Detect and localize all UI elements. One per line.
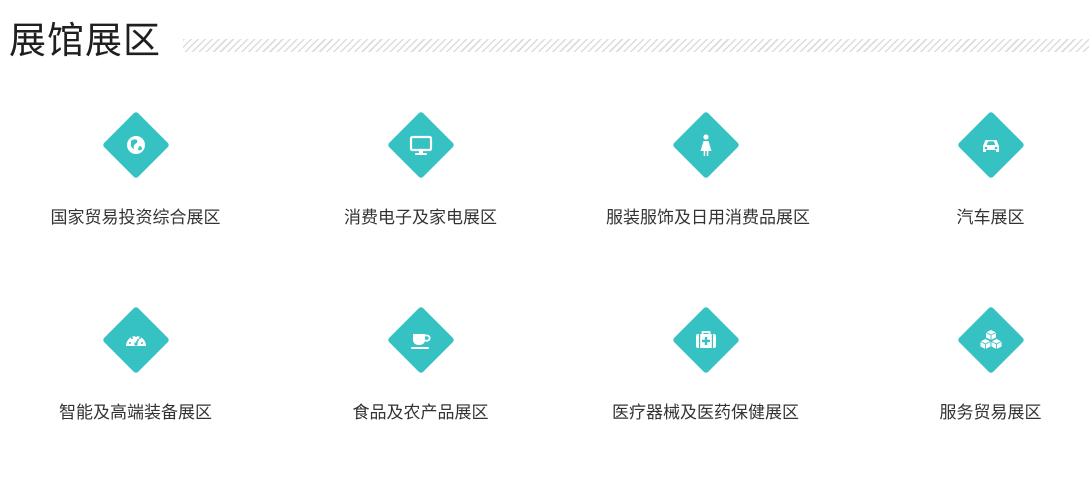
zone-item-apparel[interactable]: 服装服饰及日用消费品展区 [563,110,848,260]
zone-label: 国家贸易投资综合展区 [50,208,221,228]
gauge-icon [126,335,146,346]
zone-label: 食品及农产品展区 [352,403,489,423]
medical-kit-icon [696,331,716,348]
zone-label: 服装服饰及日用消费品展区 [606,208,810,228]
zone-item-national-trade[interactable]: 国家贸易投资综合展区 [0,110,278,240]
monitor-icon [409,135,433,155]
zone-grid: 国家贸易投资综合展区 消费电子及家电展区 服装服饰及日用消费品展区 汽车展区 智… [0,0,1089,483]
zone-label: 智能及高端装备展区 [59,403,212,423]
zone-label: 汽车展区 [956,208,1025,228]
zone-label: 服务贸易展区 [939,403,1042,423]
coffee-cup-icon [411,334,431,349]
zone-item-food-agriculture[interactable]: 食品及农产品展区 [278,305,563,435]
zone-item-service-trade[interactable]: 服务贸易展区 [848,305,1089,435]
car-icon [983,140,999,152]
zone-label: 消费电子及家电展区 [344,208,497,228]
zone-item-consumer-electronics[interactable]: 消费电子及家电展区 [278,110,563,240]
zone-label: 医疗器械及医药保健展区 [612,403,799,423]
globe-icon [127,136,145,154]
zone-item-medical[interactable]: 医疗器械及医药保健展区 [563,305,848,435]
zone-item-smart-equipment[interactable]: 智能及高端装备展区 [0,305,278,435]
zone-item-automotive[interactable]: 汽车展区 [848,110,1089,240]
woman-icon [700,134,712,156]
cubes-icon [980,330,1002,349]
